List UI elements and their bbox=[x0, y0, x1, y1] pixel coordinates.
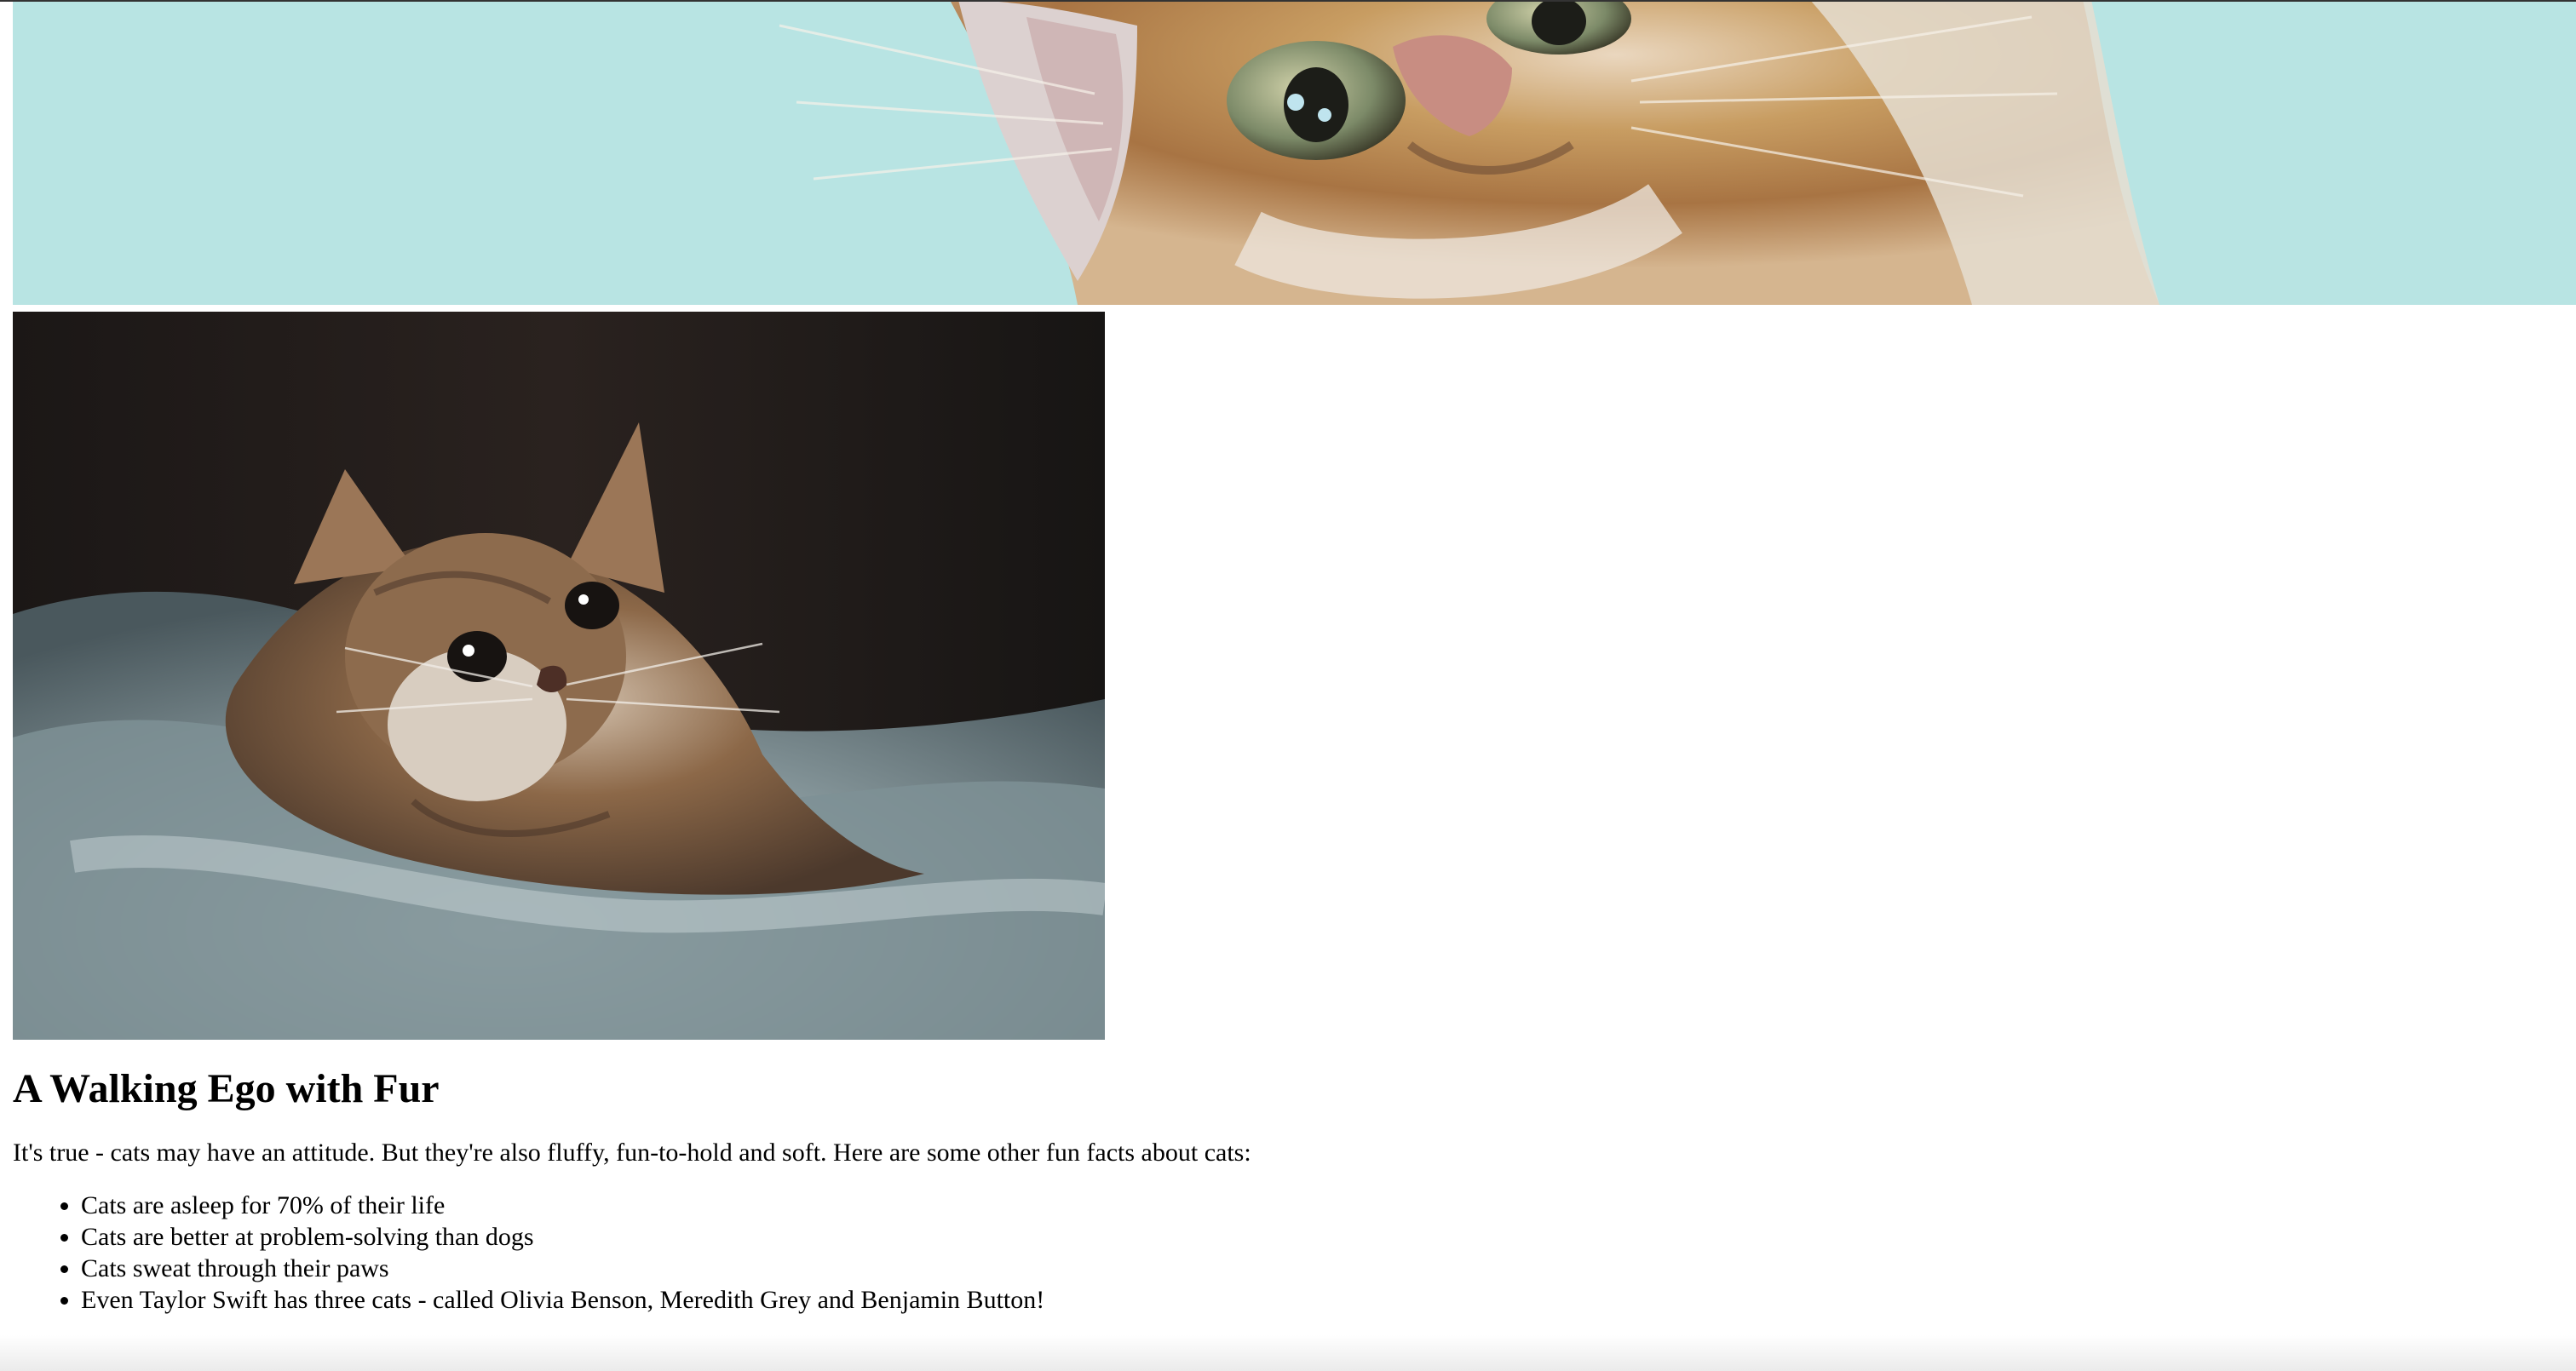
kitten-in-bed-photo-icon bbox=[13, 312, 1105, 1040]
top-border bbox=[0, 0, 2576, 2]
browser-page: A Walking Ego with Fur It's true - cats … bbox=[0, 0, 2576, 1371]
left-gutter bbox=[0, 0, 13, 1371]
article-content: A Walking Ego with Fur It's true - cats … bbox=[13, 1064, 1972, 1316]
fact-list-item: Even Taylor Swift has three cats - calle… bbox=[81, 1284, 1972, 1316]
page-title: A Walking Ego with Fur bbox=[13, 1066, 440, 1111]
bottom-window-fade bbox=[0, 1335, 2576, 1371]
fact-list-item: Cats are asleep for 70% of their life bbox=[81, 1190, 1972, 1221]
cat-facts-list: Cats are asleep for 70% of their life Ca… bbox=[13, 1190, 1972, 1316]
fact-list-item: Cats sweat through their paws bbox=[81, 1253, 1972, 1284]
intro-paragraph: It's true - cats may have an attitude. B… bbox=[13, 1139, 1251, 1167]
fact-list-item: Cats are better at problem-solving than … bbox=[81, 1221, 1972, 1253]
kitten-in-bed-image bbox=[13, 312, 1105, 1040]
cat-closeup-banner-image bbox=[13, 0, 2576, 305]
cat-closeup-photo-icon bbox=[13, 0, 2576, 305]
